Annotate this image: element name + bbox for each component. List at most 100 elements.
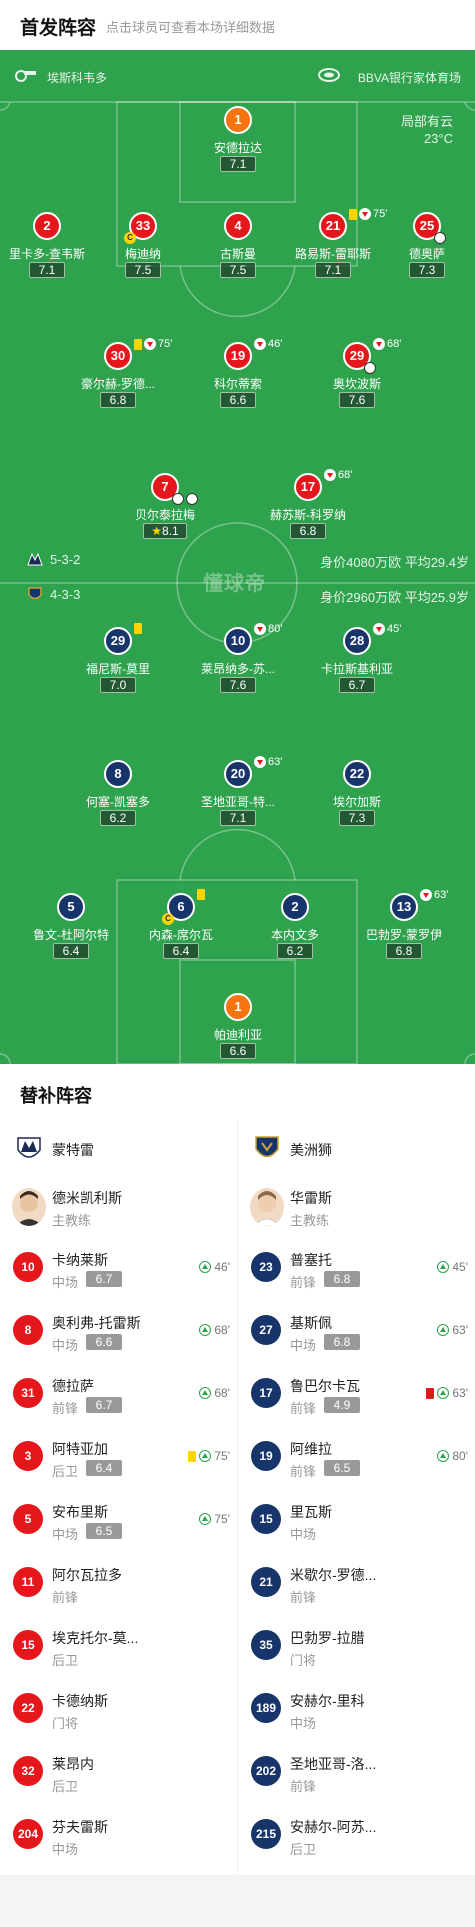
sub-rating: 6.6 [86,1334,122,1350]
home-sub-5[interactable]: 5 安布里斯 中场 6.5 75' [0,1490,237,1553]
player-name: 卡拉斯基利亚 [320,662,393,676]
subs-header: 替补阵容 [0,1064,475,1120]
home-player-4[interactable]: 4 古斯曼 7.5 [183,212,293,292]
sub-on-icon [199,1261,212,1273]
player-name: 莱昂纳多-苏... [201,662,275,676]
home-team-row[interactable]: 蒙特雷 [0,1120,237,1178]
sub-name: 普塞托 [290,1252,332,1268]
player-number: 17 [294,473,322,501]
sub-name: 莱昂内 [52,1756,94,1772]
goal-ball-icon [434,232,446,244]
sub-number: 215 [251,1819,281,1849]
player-rating: 7.1 [220,810,256,826]
home-sub-204[interactable]: 204 芬夫雷斯 中场 [0,1805,237,1868]
goal-ball-icon [172,493,184,505]
coach-role: 主教练 [290,1213,330,1228]
player-number: 28 [343,627,371,655]
home-player-1[interactable]: 1 安德拉达 7.1 [183,106,293,186]
sub-off-icon [420,889,432,901]
sub-number: 22 [13,1693,43,1723]
home-coach-row[interactable]: 德米凯利斯 主教练 [0,1178,237,1238]
away-player-8[interactable]: 8 何塞-凯塞多 6.2 [63,760,173,840]
sub-number: 19 [251,1441,281,1471]
home-sub-8[interactable]: 8 奥利弗-托雷斯 中场 6.6 68' [0,1301,237,1364]
event-minute: 75' [158,338,173,350]
home-player-33[interactable]: 33 C 梅迪纳 7.5 [88,212,198,292]
event-minute: 46' [268,338,283,350]
away-sub-15[interactable]: 15 里瓦斯 中场 [238,1490,475,1553]
sub-name: 基斯佩 [290,1315,332,1331]
player-rating-value: 8.1 [162,524,179,538]
home-player-25[interactable]: 25 德奥萨 7.3 [372,212,475,292]
sub-on-icon [199,1513,212,1525]
home-sub-15[interactable]: 15 埃克托尔-莫... 后卫 [0,1616,237,1679]
away-sub-23[interactable]: 23 普塞托 前锋 6.8 45' [238,1238,475,1301]
away-sub-35[interactable]: 35 巴勃罗-拉腊 门将 [238,1616,475,1679]
captain-badge-icon: C [124,232,136,244]
sub-number: 32 [13,1756,43,1786]
away-sub-215[interactable]: 215 安赫尔-阿苏... 后卫 [238,1805,475,1868]
home-sub-10[interactable]: 10 卡纳莱斯 中场 6.7 46' [0,1238,237,1301]
away-player-29[interactable]: 29 福尼斯-莫里 7.0 [63,623,173,707]
home-player-29[interactable]: 29 68' 奥坎波斯 7.6 [302,338,412,422]
away-player-28[interactable]: 28 45' 卡拉斯基利亚 6.7 [302,623,412,707]
player-number: 2 [281,893,309,921]
red-card-icon [426,1387,435,1399]
player-name: 圣地亚哥-特... [201,795,275,809]
sub-position: 前锋 [52,1401,79,1416]
sub-events: 45' [437,1260,468,1274]
sub-number: 27 [251,1315,281,1345]
away-player-10[interactable]: 10 80' 莱昂纳多-苏... 7.6 [183,623,293,707]
away-player-1[interactable]: 1 帕迪利亚 6.6 [183,993,293,1064]
player-number: 19 [224,342,252,370]
player-rating: 7.0 [100,677,136,693]
away-player-22[interactable]: 22 埃尔加斯 7.3 [302,760,412,840]
away-formation-row: 4-3-3 身价2960万欧 平均25.9岁 [0,585,475,605]
home-sub-32[interactable]: 32 莱昂内 后卫 [0,1742,237,1805]
home-player-19[interactable]: 19 46' 科尔蒂索 6.6 [183,338,293,422]
event-minute: 46' [214,1260,230,1274]
home-sub-11[interactable]: 11 阿尔瓦拉多 前锋 [0,1553,237,1616]
sub-name: 鲁巴尔卡瓦 [290,1378,360,1394]
away-sub-189[interactable]: 189 安赫尔-里科 中场 [238,1679,475,1742]
sub-position: 前锋 [290,1590,317,1605]
away-sub-17[interactable]: 17 鲁巴尔卡瓦 前锋 4.9 63' [238,1364,475,1427]
sub-position: 后卫 [52,1653,79,1668]
sub-number: 11 [13,1567,43,1597]
away-coach-row[interactable]: 华雷斯 主教练 [238,1178,475,1238]
home-player-30[interactable]: 30 75' 豪尔赫-罗德... 6.8 [63,338,173,422]
away-player-2[interactable]: 2 本内文多 6.2 [240,893,350,973]
away-player-20[interactable]: 20 63' 圣地亚哥-特... 7.1 [183,756,293,840]
player-number: 1 [224,106,252,134]
away-player-6[interactable]: 6 C 内森-席尔瓦 6.4 [126,889,236,973]
away-sub-19[interactable]: 19 阿维拉 前锋 6.5 80' [238,1427,475,1490]
player-name: 科尔蒂索 [213,377,262,391]
player-rating: ★8.1 [143,523,187,539]
away-sub-27[interactable]: 27 基斯佩 中场 6.8 63' [238,1301,475,1364]
sub-position: 后卫 [52,1464,79,1479]
event-minute: 63' [434,889,449,901]
away-player-5[interactable]: 5 鲁文-杜阿尔特 6.4 [16,893,126,973]
away-sub-202[interactable]: 202 圣地亚哥-洛... 前锋 [238,1742,475,1805]
home-sub-22[interactable]: 22 卡德纳斯 门将 [0,1679,237,1742]
away-formation: 4-3-3 [50,587,81,602]
sub-on-icon [199,1387,212,1399]
sub-position: 中场 [290,1527,317,1542]
lineup-title: 首发阵容 [20,18,97,39]
player-rating: 6.6 [220,1043,256,1059]
player-name: 德奥萨 [408,247,445,261]
away-team-row[interactable]: 美洲狮 [238,1120,475,1178]
pitch: 埃斯科韦多 BBVA银行家体育场 局部有云 23°C 懂球帝 5-3-2 身价4… [0,50,475,1064]
weather-temperature: 23°C [423,131,453,146]
home-player-7[interactable]: 7 贝尔泰拉梅 ★8.1 [110,473,220,553]
player-events: 63' [254,756,282,768]
away-sub-21[interactable]: 21 米歇尔-罗德... 前锋 [238,1553,475,1616]
home-player-17[interactable]: 17 68' 赫苏斯-科罗纳 6.8 [253,469,363,553]
player-events: 68' [324,469,352,481]
sub-position: 中场 [52,1842,79,1857]
home-sub-3[interactable]: 3 阿特亚加 后卫 6.4 75' [0,1427,237,1490]
sub-position: 中场 [52,1275,79,1290]
home-sub-31[interactable]: 31 德拉萨 前锋 6.7 68' [0,1364,237,1427]
home-player-2[interactable]: 2 里卡多-查韦斯 7.1 [0,212,102,292]
away-player-13[interactable]: 13 63' 巴勃罗-蒙罗伊 6.8 [349,889,459,973]
